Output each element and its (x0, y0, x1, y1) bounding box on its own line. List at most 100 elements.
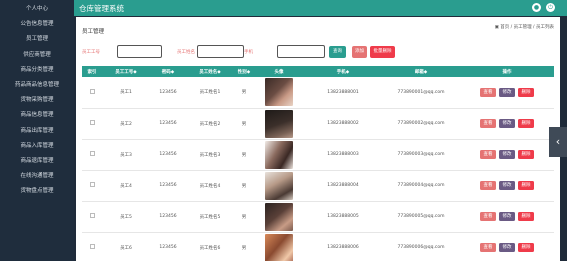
row-checkbox[interactable] (89, 120, 95, 125)
batch-delete-button[interactable]: 批量删除 (370, 46, 395, 58)
app-root: 个人中心 公告信息管理 员工管理 供应商管理 商品分类管理 药品商品信息管理 货… (0, 0, 567, 261)
table-header-row: 索引 员工工号◆ 密码◆ 员工姓名◆ 性别◆ 头像 手机◆ 邮箱◆ 操作 (82, 66, 554, 77)
cell-phone: 13823888001 (327, 89, 359, 95)
col-header-index[interactable]: 索引 (82, 66, 102, 77)
cell-phone: 13823888004 (327, 183, 359, 188)
page-title: 员工管理 (82, 29, 105, 35)
col-header-actions: 操作 (502, 69, 512, 75)
search-bar: 员工工号 员工姓名 手机 查询 添加 批量删除 (76, 44, 560, 60)
chevron-left-icon[interactable]: ‹ (549, 127, 567, 157)
cell-gender: 男 (241, 183, 247, 189)
employee-table: 索引 员工工号◆ 密码◆ 员工姓名◆ 性别◆ 头像 手机◆ 邮箱◆ 操作 员工1… (82, 66, 554, 261)
edit-button[interactable]: 修改 (499, 150, 515, 159)
view-button[interactable]: 查看 (480, 119, 496, 128)
logout-icon[interactable]: ⏻ (546, 3, 555, 12)
cell-gender: 男 (241, 245, 247, 251)
employee-name-input[interactable] (197, 45, 244, 58)
sidebar-item-notices[interactable]: 公告信息管理 (0, 17, 74, 32)
edit-button[interactable]: 修改 (499, 87, 515, 97)
cell-id: 员工2 (120, 121, 132, 127)
app-title: 仓库管理系统 (79, 4, 124, 13)
cell-gender: 男 (241, 90, 247, 96)
cell-email: 773890006@qq.com (397, 245, 445, 250)
employee-name-label: 员工姓名 (177, 50, 195, 55)
avatar (265, 202, 293, 231)
table-row: 员工4 123456 员工姓名4 男 13823888004 773890004… (82, 170, 554, 201)
delete-button[interactable]: 删除 (518, 243, 534, 252)
sidebar-item-returns[interactable]: 商品退库管理 (0, 154, 74, 169)
phone-input[interactable] (277, 45, 325, 58)
col-header-phone[interactable]: 手机◆ (304, 66, 382, 77)
cell-email: 773890004@qq.com (397, 183, 445, 188)
top-bar: 仓库管理系统 ● ⏻ (74, 0, 567, 16)
cell-name: 员工姓名1 (199, 90, 221, 96)
sidebar-item-inbound[interactable]: 商品入库管理 (0, 139, 74, 154)
delete-button[interactable]: 删除 (518, 119, 534, 128)
user-icon[interactable]: ● (532, 3, 541, 12)
col-header-gender[interactable]: 性别◆ (234, 66, 254, 77)
table-row: 员工6 123456 员工姓名6 男 13823888006 773890006… (82, 232, 554, 261)
delete-button[interactable]: 删除 (518, 181, 534, 190)
delete-button[interactable]: 删除 (518, 87, 534, 97)
cell-email: 773890002@qq.com (397, 121, 445, 126)
cell-name: 员工姓名4 (199, 183, 221, 189)
sidebar-item-employees[interactable]: 员工管理 (0, 32, 74, 47)
cell-name: 员工姓名3 (199, 152, 221, 158)
delete-button[interactable]: 删除 (518, 150, 534, 159)
view-button[interactable]: 查看 (480, 243, 496, 252)
sidebar-item-stocktake[interactable]: 货物盘点管理 (0, 184, 74, 199)
row-checkbox[interactable] (89, 88, 95, 94)
edit-button[interactable]: 修改 (499, 181, 515, 190)
sidebar-item-chat[interactable]: 在线沟通管理 (0, 169, 74, 184)
employee-id-input[interactable] (117, 45, 162, 58)
view-button[interactable]: 查看 (480, 181, 496, 190)
sidebar-item-purchasing[interactable]: 货物采购管理 (0, 93, 74, 108)
cell-name: 员工姓名2 (199, 121, 221, 127)
row-checkbox[interactable] (89, 182, 95, 187)
search-button[interactable]: 查询 (329, 46, 346, 58)
row-checkbox[interactable] (89, 244, 95, 249)
sidebar-item-categories[interactable]: 商品分类管理 (0, 63, 74, 78)
cell-email: 773890001@qq.com (397, 89, 445, 95)
col-header-id[interactable]: 员工工号◆ (102, 66, 150, 77)
sidebar-item-outbound[interactable]: 商品出库管理 (0, 124, 74, 139)
employee-id-label: 员工工号 (82, 50, 100, 55)
cell-id: 员工3 (120, 152, 132, 158)
cell-phone: 13823888002 (327, 121, 359, 126)
add-button[interactable]: 添加 (352, 46, 367, 58)
col-header-password[interactable]: 密码◆ (150, 66, 186, 77)
view-button[interactable]: 查看 (480, 212, 496, 221)
edit-button[interactable]: 修改 (499, 119, 515, 128)
col-header-email[interactable]: 邮箱◆ (382, 66, 460, 77)
cell-id: 员工5 (120, 214, 132, 220)
view-button[interactable]: 查看 (480, 150, 496, 159)
col-header-name[interactable]: 员工姓名◆ (186, 66, 234, 77)
phone-label: 手机 (244, 50, 253, 55)
avatar (265, 171, 293, 200)
table-row: 员工5 123456 员工姓名5 男 13823888005 773890005… (82, 201, 554, 232)
sidebar-item-suppliers[interactable]: 供应商管理 (0, 48, 74, 63)
breadcrumb: ▣ 首页 / 员工管理 / 员工列表 (494, 25, 554, 30)
edit-button[interactable]: 修改 (499, 243, 515, 252)
cell-phone: 13823888005 (327, 214, 359, 219)
delete-button[interactable]: 删除 (518, 212, 534, 221)
sidebar: 个人中心 公告信息管理 员工管理 供应商管理 商品分类管理 药品商品信息管理 货… (0, 0, 74, 261)
sidebar-item-profile[interactable]: 个人中心 (0, 2, 74, 17)
row-checkbox[interactable] (89, 213, 95, 218)
cell-name: 员工姓名5 (199, 214, 221, 220)
cell-password: 123456 (159, 183, 177, 188)
row-checkbox[interactable] (89, 151, 95, 156)
avatar (265, 78, 293, 107)
cell-gender: 男 (241, 214, 247, 220)
table-row: 员工3 123456 员工姓名3 男 13823888003 773890003… (82, 139, 554, 170)
cell-password: 123456 (159, 152, 177, 157)
cell-email: 773890005@qq.com (397, 214, 445, 219)
cell-gender: 男 (241, 152, 247, 158)
table-row: 员工2 123456 员工姓名2 男 13823888002 773890002… (82, 108, 554, 139)
view-button[interactable]: 查看 (480, 87, 496, 97)
sidebar-item-goods-info[interactable]: 商品信息管理 (0, 108, 74, 123)
edit-button[interactable]: 修改 (499, 212, 515, 221)
cell-password: 123456 (159, 214, 177, 219)
sidebar-item-drug-goods[interactable]: 药品商品信息管理 (0, 78, 74, 93)
cell-id: 员工4 (120, 183, 132, 189)
